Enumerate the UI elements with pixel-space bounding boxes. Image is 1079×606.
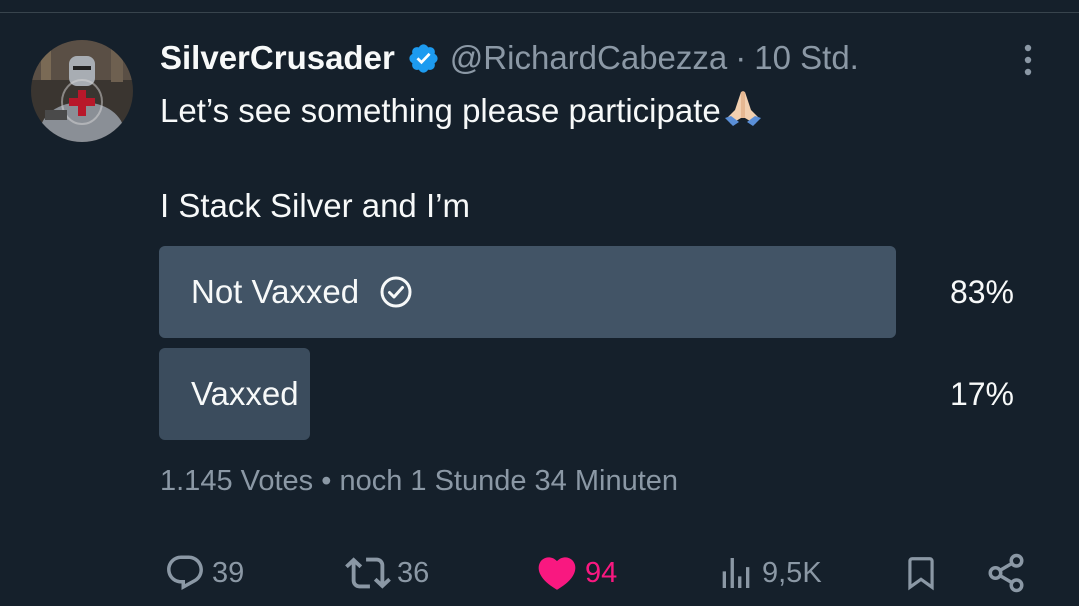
bookmark-button[interactable] [902,548,940,598]
share-button[interactable] [985,548,1027,598]
reply-button[interactable]: 39 [164,548,244,598]
tweet-view: SilverCrusader @RichardCabezza · 10 Std.… [0,0,1079,606]
tweet-text-line-1: Let’s see something please participate [160,88,765,131]
folded-hands-emoji-icon [721,88,765,128]
retweet-button[interactable]: 36 [345,548,429,598]
like-count: 94 [585,556,618,589]
action-bar: 39 36 94 9,5K [0,548,1079,598]
views-count: 9,5K [762,556,822,589]
heart-icon [535,551,579,595]
handle[interactable]: @RichardCabezza [450,39,727,77]
top-divider [0,12,1079,13]
tweet-text: Let’s see something please participate [160,92,721,129]
poll-option-percent: 17% [949,375,1014,412]
reply-count: 39 [212,556,245,589]
retweet-icon [345,550,391,596]
views-icon [716,553,756,593]
poll-meta: 1.145 Votes • noch 1 Stunde 34 Minuten [160,465,679,497]
separator-dot: · [735,39,747,76]
avatar[interactable] [31,40,133,142]
poll-option-label: Vaxxed [191,375,299,412]
reply-icon [164,552,206,594]
timestamp[interactable]: 10 Std. [754,39,859,77]
poll-option-label-wrap: Not Vaxxed [191,246,413,338]
tweet-text-line-2: I Stack Silver and I’m [160,187,470,224]
tweet-header: SilverCrusader @RichardCabezza · 10 Std. [160,36,859,80]
share-icon [985,552,1027,594]
retweet-count: 36 [397,556,430,589]
more-options-icon[interactable] [1016,42,1040,78]
views-button[interactable]: 9,5K [716,548,822,598]
poll-option-label-wrap: Vaxxed [191,348,299,440]
verified-badge-icon[interactable] [407,42,440,75]
bookmark-icon [902,552,940,594]
like-button[interactable]: 94 [535,548,617,598]
selected-check-icon [379,275,413,309]
poll-option-not-vaxxed[interactable]: Not Vaxxed 83% [159,246,1039,338]
display-name[interactable]: SilverCrusader [160,39,395,77]
poll-option-label: Not Vaxxed [191,273,360,310]
poll-option-percent: 83% [949,273,1014,310]
poll-option-vaxxed[interactable]: Vaxxed 17% [159,348,1039,440]
